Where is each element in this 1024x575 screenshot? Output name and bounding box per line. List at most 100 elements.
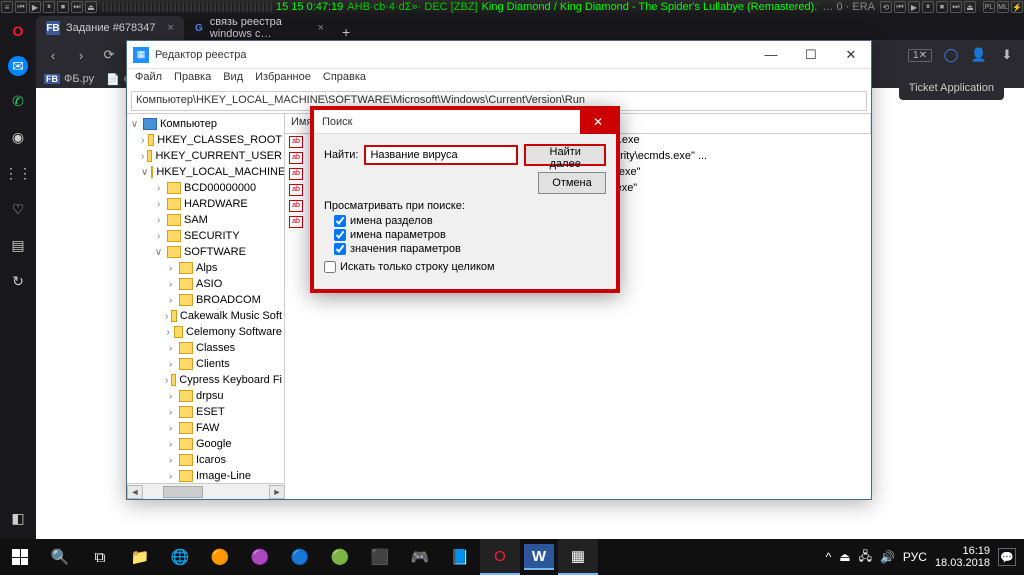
opera-logo-icon[interactable]: O <box>7 20 29 42</box>
tray-chevron-icon[interactable]: ^ <box>826 550 832 564</box>
menu-favorites[interactable]: Избранное <box>255 71 311 87</box>
menu-edit[interactable]: Правка <box>174 71 211 87</box>
task-view-icon[interactable]: ⧉ <box>80 539 120 575</box>
tree-node[interactable]: ›SAM <box>129 212 282 228</box>
tree-node[interactable]: ›Alps <box>129 260 282 276</box>
chk-values[interactable]: имена параметров <box>334 229 606 241</box>
winamp-stop-icon[interactable]: ⏹ <box>57 1 69 13</box>
tree-node[interactable]: ›Celemony Software <box>129 324 282 340</box>
winamp-play-icon[interactable]: ▶ <box>29 1 41 13</box>
download-icon[interactable]: ⬇ <box>998 46 1016 64</box>
winamp-ml-button[interactable]: ML <box>997 1 1009 13</box>
winamp-r2-icon[interactable]: ⏮ <box>894 1 906 13</box>
tray-network-icon[interactable]: 🖧 <box>859 547 872 568</box>
tree-node[interactable]: ›ESET <box>129 404 282 420</box>
tree-node[interactable]: ∨SOFTWARE <box>129 244 282 260</box>
menu-help[interactable]: Справка <box>323 71 366 87</box>
winamp-next-icon[interactable]: ⏭ <box>71 1 83 13</box>
tree-node[interactable]: ›Icaros <box>129 452 282 468</box>
whatsapp-icon[interactable]: ✆ <box>7 90 29 112</box>
news-icon[interactable]: ▤ <box>7 234 29 256</box>
tree-node[interactable]: ›Cypress Keyboard Fi <box>129 372 282 388</box>
task-word-icon[interactable]: W <box>524 544 554 570</box>
tray-lang[interactable]: РУС <box>903 550 927 564</box>
blocker-counter[interactable]: 1✕ <box>908 49 932 62</box>
scroll-left-button[interactable]: ◄ <box>127 485 143 499</box>
tree-node[interactable]: ›ASIO <box>129 276 282 292</box>
tree-node[interactable]: ›HARDWARE <box>129 196 282 212</box>
camera-icon[interactable]: ◉ <box>7 126 29 148</box>
task-explorer-icon[interactable]: 📁 <box>120 539 160 575</box>
tree-node[interactable]: ›Clients <box>129 356 282 372</box>
nav-back-button[interactable]: ‹ <box>44 46 62 64</box>
scroll-track[interactable] <box>143 485 269 499</box>
winamp-prev-icon[interactable]: ⏮ <box>15 1 27 13</box>
tree-node[interactable]: ›Cakewalk Music Soft <box>129 308 282 324</box>
tab-1[interactable]: G связь реестра windows с… × <box>184 16 334 40</box>
tree-node[interactable]: ›Google <box>129 436 282 452</box>
task-app1-icon[interactable]: 🟠 <box>200 539 240 575</box>
chk-keys[interactable]: имена разделов <box>334 215 606 227</box>
find-input[interactable] <box>364 145 518 165</box>
chk-keys-box[interactable] <box>334 215 346 227</box>
nav-reload-button[interactable]: ⟳ <box>100 46 118 64</box>
tree-node[interactable]: ›HKEY_CURRENT_USER <box>129 148 282 164</box>
chk-whole-box[interactable] <box>324 261 336 273</box>
sync-icon[interactable]: ◯ <box>942 46 960 64</box>
winamp-r6-icon[interactable]: ⏭ <box>950 1 962 13</box>
tray-notifications-icon[interactable]: 💬 <box>998 548 1016 566</box>
chk-data-box[interactable] <box>334 243 346 255</box>
winamp-r5-icon[interactable]: ⏹ <box>936 1 948 13</box>
tree-node[interactable]: ∨Компьютер <box>129 116 282 132</box>
window-minimize-button[interactable]: — <box>751 41 791 69</box>
task-app3-icon[interactable]: 🔵 <box>280 539 320 575</box>
tab-0-close-icon[interactable]: × <box>168 22 174 34</box>
winamp-r1-icon[interactable]: ⟲ <box>880 1 892 13</box>
window-close-button[interactable]: ✕ <box>831 41 871 69</box>
profile-icon[interactable]: 👤 <box>970 46 988 64</box>
task-opera-icon[interactable]: O <box>480 539 520 575</box>
chk-whole[interactable]: Искать только строку целиком <box>324 261 606 273</box>
new-tab-button[interactable]: + <box>334 24 358 40</box>
menu-view[interactable]: Вид <box>223 71 243 87</box>
tree-node[interactable]: ›BROADCOM <box>129 292 282 308</box>
window-maximize-button[interactable]: ☐ <box>791 41 831 69</box>
task-chrome-icon[interactable]: 🌐 <box>160 539 200 575</box>
winamp-r4-icon[interactable]: ⏸ <box>922 1 934 13</box>
nav-forward-button[interactable]: › <box>72 46 90 64</box>
task-app2-icon[interactable]: 🟣 <box>240 539 280 575</box>
search-titlebar[interactable]: Поиск ✕ <box>314 110 616 134</box>
regedit-tree[interactable]: ∨Компьютер›HKEY_CLASSES_ROOT›HKEY_CURREN… <box>127 114 285 483</box>
search-close-button[interactable]: ✕ <box>580 110 616 134</box>
tray-clock[interactable]: 16:19 18.03.2018 <box>935 545 990 569</box>
winamp-pause-icon[interactable]: ⏸ <box>43 1 55 13</box>
task-app7-icon[interactable]: 📘 <box>440 539 480 575</box>
winamp-r7-icon[interactable]: ⏏ <box>964 1 976 13</box>
chk-data[interactable]: значения параметров <box>334 243 606 255</box>
find-next-button[interactable]: Найти далее <box>524 144 606 166</box>
task-regedit-icon[interactable]: ▦ <box>558 539 598 575</box>
history-icon[interactable]: ↻ <box>7 270 29 292</box>
tree-node[interactable]: ∨HKEY_LOCAL_MACHINE <box>129 164 282 180</box>
tree-node[interactable]: ›HKEY_CLASSES_ROOT <box>129 132 282 148</box>
tray-safe-remove-icon[interactable]: ⏏ <box>839 550 850 564</box>
tree-node[interactable]: ›BCD00000000 <box>129 180 282 196</box>
task-search-icon[interactable]: 🔍 <box>40 539 80 575</box>
tab-0[interactable]: FB Задание #678347 × <box>36 16 184 40</box>
task-app4-icon[interactable]: 🟢 <box>320 539 360 575</box>
winamp-r3-icon[interactable]: ▶ <box>908 1 920 13</box>
tree-hscroll[interactable]: ◄ ► <box>127 483 285 499</box>
tree-node[interactable]: ›SECURITY <box>129 228 282 244</box>
winamp-pl-button[interactable]: PL <box>983 1 995 13</box>
cancel-button[interactable]: Отмена <box>538 172 606 194</box>
menu-file[interactable]: Файл <box>135 71 162 87</box>
tree-node[interactable]: ›Classes <box>129 340 282 356</box>
winamp-lightning-icon[interactable]: ⚡ <box>1011 1 1023 13</box>
winamp-menu-icon[interactable]: ≡ <box>1 1 13 13</box>
chk-values-box[interactable] <box>334 229 346 241</box>
task-app6-icon[interactable]: 🎮 <box>400 539 440 575</box>
messenger-icon[interactable]: ✉ <box>8 56 28 76</box>
tray-volume-icon[interactable]: 🔊 <box>880 550 895 564</box>
scroll-right-button[interactable]: ► <box>269 485 285 499</box>
bookmarks-icon[interactable]: ⋮⋮ <box>7 162 29 184</box>
